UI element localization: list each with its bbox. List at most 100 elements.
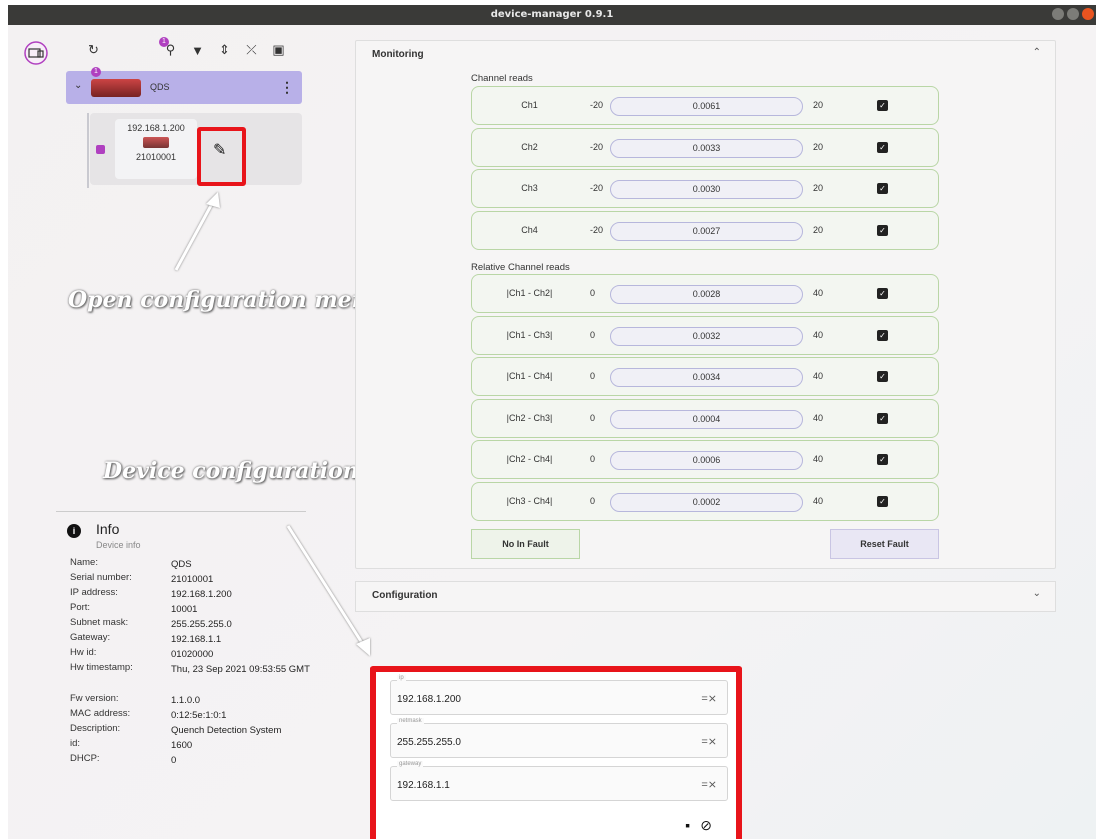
window-title: device-manager 0.9.1 [490,9,614,20]
info-key: Serial number: [70,572,132,583]
checkbox-icon[interactable]: ✓ [877,288,888,299]
channel-name: |Ch2 - Ch3| [506,412,553,423]
group-name: QDS [150,82,170,92]
checkbox-icon[interactable]: ✓ [877,371,888,382]
channel-value-bar: 0.0030 [610,180,803,199]
channel-value-bar: 0.0027 [610,221,803,241]
checkbox-icon[interactable]: ✓ [877,454,888,465]
info-key: id: [70,738,81,749]
channel-min: -20 [590,183,604,193]
channel-max: 40 [813,288,824,298]
channel-max: 40 [813,454,824,464]
chevron-up-icon[interactable]: ⌃ [1033,47,1041,58]
channel-row: |Ch1 - Ch4| 0 0.0034 40 ✓ [471,357,939,396]
search-badge: 1 [159,37,169,47]
device-checkbox[interactable] [96,145,105,154]
device-card-area: 192.168.1.200 21010001 [90,113,302,185]
info-value: 1600 [171,740,193,751]
checkbox-icon[interactable]: ✓ [877,141,888,153]
chevron-down-icon[interactable]: ⌄ [74,80,82,91]
info-value: 21010001 [171,574,214,585]
kebab-menu-icon[interactable]: ⋮ [280,79,294,96]
channel-max: 20 [813,224,824,235]
expand-icon: ⇕ [219,42,230,57]
channel-max: 20 [813,141,824,152]
info-value: 192.168.1.200 [171,589,232,600]
collapse-all-button[interactable]: ⤫ [238,39,265,61]
refresh-button[interactable]: ↻ [80,39,107,61]
checkbox-icon[interactable]: ✓ [877,183,888,194]
filter-button[interactable]: ▼ [184,39,211,61]
configuration-title: Configuration [372,590,438,601]
filter-icon: ▼ [191,42,204,58]
checkbox-icon[interactable]: ✓ [877,412,888,424]
app-body: ↻ 1 ⚲ ▼ ⇕ ⤫ ▣ ⌄ 1 QDS ⋮ 192.168.1.200 21… [8,25,1096,839]
channel-row: Ch1 -20 0.0061 20 ✓ [471,86,939,125]
channel-max: 40 [813,329,824,340]
close-icon[interactable] [1082,8,1094,20]
search-button[interactable]: 1 ⚲ [157,37,184,61]
info-value: QDS [171,559,192,570]
info-subtitle: Device info [96,540,141,550]
devices-icon[interactable] [23,41,49,65]
calculator-icon: ▣ [272,42,285,57]
checkbox-icon[interactable]: ✓ [877,100,888,111]
edit-pencil-icon[interactable]: ✎ [213,140,226,160]
relative-reads-label: Relative Channel reads [471,262,570,273]
cancel-icon[interactable]: ⊘ [700,817,712,834]
channel-reads-label: Channel reads [471,73,533,84]
channel-value-bar: 0.0028 [610,285,803,304]
expand-all-button[interactable]: ⇕ [211,39,238,61]
device-group-row[interactable]: ⌄ 1 QDS ⋮ [66,67,302,104]
minimize-icon[interactable] [1052,8,1064,20]
annotation-device-config: Device configuration [103,458,359,484]
field-label: gateway [397,761,424,767]
channel-row: |Ch3 - Ch4| 0 0.0002 40 ✓ [471,481,939,521]
clear-field-icon[interactable]: =⨯ [701,778,717,791]
info-value: Quench Detection System [171,725,282,736]
no-in-fault-button[interactable]: No In Fault [471,529,580,559]
channel-name: |Ch1 - Ch2| [506,288,553,298]
info-value: 10001 [171,604,198,615]
channel-value-bar: 0.0034 [610,368,803,387]
config-field-ip[interactable]: ip 192.168.1.200 =⨯ [390,675,728,715]
checkbox-icon[interactable]: ✓ [877,329,888,341]
collapse-icon: ⤫ [246,42,257,57]
save-icon[interactable]: ▪ [685,817,690,834]
chevron-down-icon[interactable]: ⌄ [1033,588,1041,599]
channel-min: -20 [590,100,604,110]
channel-min: 0 [590,288,596,298]
device-card[interactable]: 192.168.1.200 21010001 [115,119,197,179]
checkbox-icon[interactable]: ✓ [877,495,888,507]
maximize-icon[interactable] [1067,8,1079,20]
channel-row: |Ch2 - Ch4| 0 0.0006 40 ✓ [471,440,939,479]
field-label: netmask [397,718,424,724]
info-key: IP address: [70,587,118,598]
clear-field-icon[interactable]: =⨯ [701,735,717,748]
reset-fault-button[interactable]: Reset Fault [830,529,939,559]
channel-max: 40 [813,412,824,423]
info-key: Description: [70,723,121,734]
channel-row: |Ch1 - Ch3| 0 0.0032 40 ✓ [471,315,939,355]
calculator-button[interactable]: ▣ [265,39,292,61]
channel-value-bar: 0.0032 [610,326,803,346]
info-key: Hw id: [70,647,97,658]
device-thumbnail [143,137,169,148]
field-value: 192.168.1.1 [397,780,450,791]
config-field-netmask[interactable]: netmask 255.255.255.0 =⨯ [390,718,728,758]
info-key: Port: [70,602,91,613]
field-label: ip [397,675,406,681]
info-value: 1.1.0.0 [171,695,201,706]
info-key: MAC address: [70,708,131,719]
checkbox-icon[interactable]: ✓ [877,224,888,236]
config-field-gateway[interactable]: gateway 192.168.1.1 =⨯ [390,761,728,801]
clear-field-icon[interactable]: =⨯ [701,692,717,705]
configuration-panel[interactable]: Configuration ⌄ [355,581,1056,612]
group-badge: 1 [91,67,101,77]
channel-min: -20 [590,141,604,152]
device-image [91,79,141,97]
channel-row: Ch2 -20 0.0033 20 ✓ [471,127,939,167]
channel-max: 40 [813,495,824,506]
info-key: Name: [70,557,98,568]
info-value: 192.168.1.1 [171,634,222,645]
